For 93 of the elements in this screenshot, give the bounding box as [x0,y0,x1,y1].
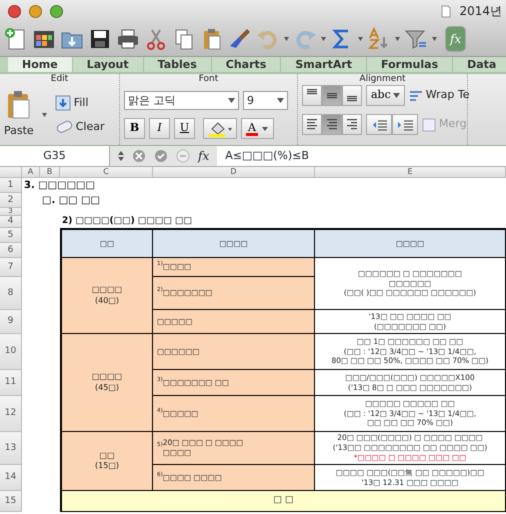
ribbon-tab[interactable]: Data [453,57,506,72]
wrap-text-icon [408,88,423,102]
vertical-align-button[interactable] [322,85,342,106]
align-lines-icon [307,89,317,95]
row-header[interactable]: 13 [0,432,22,465]
group-cell: □□□□ (40□) [60,258,153,334]
cell-reference-field[interactable]: G35 [0,146,110,166]
underline-button[interactable]: U [174,118,195,139]
group-cell: □□ (15□) [60,432,153,491]
caret-icon [392,93,400,98]
column-header[interactable]: E [315,167,506,178]
bold-button[interactable]: B [124,118,145,139]
column-header[interactable]: C [60,167,153,178]
horizontal-align-button[interactable] [342,114,362,135]
clear-button[interactable]: Clear [54,119,104,136]
paint-bucket-icon [208,120,232,136]
window-title: 2014년 [459,3,502,20]
number-format-button[interactable]: abc [366,85,405,106]
column-header[interactable]: A [22,167,40,178]
ribbon-tab[interactable]: Tables [144,57,212,72]
function-label[interactable]: fx [198,147,210,165]
italic-button[interactable]: I [149,118,170,139]
caret-icon[interactable] [42,113,47,117]
brush-icon[interactable] [228,27,252,51]
fill-button[interactable]: Fill [54,94,104,111]
vertical-align-button[interactable] [302,85,322,106]
table-title: 2) □□□□(□□) □□□□ □□ [61,216,194,228]
caret-icon[interactable] [284,37,289,41]
wrap-text-button[interactable]: Wrap Te [408,85,470,106]
group-cell: □□□□ (45□) [60,334,153,432]
row-header[interactable]: 6 [0,243,22,258]
dropdown-icon[interactable] [228,98,235,103]
group-title: Font [198,74,220,85]
paste-button[interactable]: Paste [4,90,34,140]
printer-icon[interactable] [116,27,140,51]
merge-cells-icon [422,118,436,132]
font-color-button[interactable]: A [241,118,274,139]
window-control-button[interactable] [29,4,42,18]
ribbon-tab[interactable]: Formulas [367,57,454,72]
window-control-button[interactable] [8,4,21,18]
row-header[interactable]: 11 [0,370,22,396]
confirm-icon[interactable] [154,149,168,163]
align-lines-icon [307,119,317,130]
cut-icon[interactable] [144,27,168,51]
row-header[interactable]: 7 [0,258,22,277]
footer-cell: □ □ [60,491,506,512]
document-icon [441,4,452,18]
caret-icon[interactable] [321,37,326,41]
row-header[interactable]: 2 [0,193,22,208]
dropdown-icon[interactable] [277,98,284,103]
caret-icon[interactable] [432,37,437,41]
decrease-indent-button[interactable] [366,114,392,135]
column-header[interactable]: B [40,167,60,178]
group-title: Edit [50,74,70,85]
column-header[interactable]: D [153,167,315,178]
caret-icon[interactable] [395,37,400,41]
increase-indent-button[interactable] [392,114,418,135]
outdent-icon [371,118,387,130]
row-header[interactable]: 15 [0,491,22,512]
save-icon[interactable] [88,27,112,51]
row-header[interactable]: 9 [0,310,22,334]
group-title: Alignment [358,74,407,85]
font-name-field[interactable]: 맑은 고딕 [124,91,239,110]
row-header[interactable]: 12 [0,396,22,432]
ribbon-tab[interactable]: Charts [212,57,282,72]
row-header[interactable]: 14 [0,465,22,491]
window-control-button[interactable] [50,4,63,18]
row-header[interactable]: 4 [0,216,22,228]
row-header[interactable]: 8 [0,277,22,310]
font-size-field[interactable]: 9 [243,91,288,110]
align-lines-icon [347,119,357,130]
caret-icon[interactable] [358,37,363,41]
align-lines-icon [327,92,337,98]
row-header[interactable]: 10 [0,334,22,370]
formula-field[interactable]: A≤□□□(%)≤B [217,146,506,166]
horizontal-align-button[interactable] [322,114,342,135]
fill-down-icon [54,94,71,111]
row-header[interactable]: 1 [0,178,22,193]
vertical-align-button[interactable] [342,85,362,106]
indent-icon [397,118,413,130]
ribbon-tab[interactable]: Layout [72,57,144,72]
align-lines-icon [347,96,357,102]
horizontal-align-button[interactable] [302,114,322,135]
row-header[interactable]: 5 [0,228,22,243]
cancel-icon[interactable] [132,149,146,163]
sheet-heading: 3. □□□□□□ [23,179,96,193]
ribbon-tab[interactable]: SmartArt [281,57,368,72]
caret-icon [260,126,269,132]
fill-color-button[interactable] [203,118,237,139]
ribbon-tab[interactable]: Home [8,57,73,72]
sheet-subheading: □. □□ □□ [41,194,102,208]
align-lines-icon [327,119,337,130]
stepper-icon[interactable] [118,151,124,161]
